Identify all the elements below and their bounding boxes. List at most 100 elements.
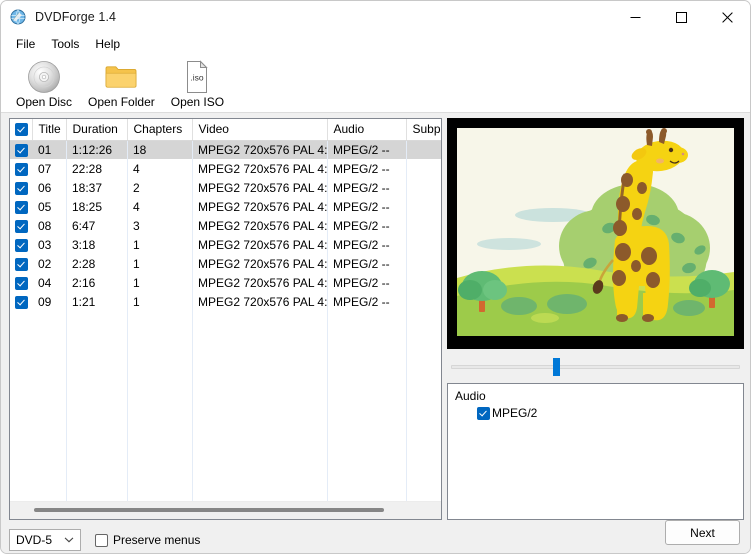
audio-track-item[interactable]: MPEG/2 (477, 406, 736, 420)
menu-tools[interactable]: Tools (43, 35, 87, 53)
cell-chapters: 1 (133, 294, 140, 309)
cell-subpicture (406, 178, 441, 197)
svg-text:.iso: .iso (191, 73, 205, 83)
header-audio[interactable]: Audio (327, 119, 407, 141)
row-checkbox[interactable] (15, 181, 28, 195)
main-content: Title Duration Chapters Video Audio Subp… (1, 113, 750, 553)
menu-file[interactable]: File (8, 35, 43, 53)
giraffe-illustration (457, 128, 734, 336)
cell-video: MPEG2 720x576 PAL 4:3 (198, 218, 327, 233)
cell-subpicture (406, 159, 441, 178)
table-row[interactable]: 04 2:16 1 MPEG2 720x576 PAL 4:3 MPEG/2 -… (10, 273, 441, 292)
select-all-checkbox[interactable] (15, 123, 28, 137)
cell-audio: MPEG/2 -- (333, 218, 390, 233)
cell-audio: MPEG/2 -- (327, 140, 406, 159)
row-checkbox[interactable] (15, 276, 28, 290)
row-checkbox[interactable] (15, 219, 28, 233)
header-select-all[interactable] (10, 119, 33, 141)
cell-audio: MPEG/2 -- (333, 180, 390, 195)
menu-help[interactable]: Help (87, 35, 128, 53)
open-disc-label: Open Disc (16, 95, 73, 109)
cell-video: MPEG2 720x576 PAL 4:3 (198, 256, 327, 271)
preview-position-slider[interactable] (447, 356, 744, 378)
table-scrollbar-thumb[interactable] (34, 508, 384, 512)
iso-file-icon-wrap: .iso (183, 60, 211, 94)
row-checkbox-cell[interactable] (10, 235, 32, 254)
video-preview-panel (447, 118, 744, 349)
cell-chapters: 2 (133, 180, 140, 195)
cell-subpicture (406, 235, 441, 254)
row-checkbox-cell[interactable] (10, 197, 32, 216)
row-checkbox-cell[interactable] (10, 254, 32, 273)
cell-title: 05 (38, 199, 52, 214)
slider-track[interactable] (451, 365, 740, 369)
cell-video: MPEG2 720x576 PAL 4:3 (198, 237, 327, 252)
cell-audio: MPEG/2 -- (333, 199, 390, 214)
next-button[interactable]: Next (665, 520, 740, 545)
cell-audio: MPEG/2 -- (333, 256, 390, 271)
disc-size-dropdown[interactable]: DVD-5 (9, 529, 81, 551)
open-folder-button[interactable]: Open Folder (80, 57, 163, 109)
close-icon (721, 11, 733, 23)
maximize-button[interactable] (658, 1, 704, 33)
cell-chapters: 4 (133, 161, 140, 176)
row-checkbox[interactable] (15, 143, 28, 157)
bottom-bar: DVD-5 Preserve menus (1, 525, 750, 553)
cell-subpicture (406, 197, 441, 216)
cell-duration: 1:21 (72, 294, 96, 309)
header-subpicture[interactable]: Subpi (406, 119, 441, 141)
row-checkbox-cell[interactable] (10, 216, 32, 235)
row-checkbox[interactable] (15, 200, 28, 214)
row-checkbox-cell[interactable] (10, 159, 32, 178)
header-video[interactable]: Video (192, 119, 328, 141)
header-title[interactable]: Title (32, 119, 67, 141)
cell-subpicture (406, 273, 441, 292)
slider-thumb[interactable] (553, 358, 560, 376)
header-chapters[interactable]: Chapters (127, 119, 193, 141)
cell-audio: MPEG/2 -- (333, 161, 390, 176)
cell-subpicture (406, 292, 441, 311)
row-checkbox-cell[interactable] (10, 140, 32, 159)
cell-chapters: 1 (133, 275, 140, 290)
window-title: DVDForge 1.4 (35, 10, 117, 24)
title-bar: DVDForge 1.4 (1, 1, 750, 33)
iso-file-icon: .iso (187, 60, 209, 93)
row-checkbox[interactable] (15, 162, 28, 176)
cell-video: MPEG2 720x576 PAL 4:3 (198, 294, 327, 309)
table-row[interactable]: 02 2:28 1 MPEG2 720x576 PAL 4:3 MPEG/2 -… (10, 254, 441, 273)
preserve-menus-checkbox[interactable] (95, 533, 108, 547)
audio-tracks-panel: Audio MPEG/2 (447, 383, 744, 520)
header-duration[interactable]: Duration (66, 119, 128, 141)
table-row[interactable]: 05 18:25 4 MPEG2 720x576 PAL 4:3 MPEG/2 … (10, 197, 441, 216)
cell-duration: 3:18 (72, 237, 96, 252)
row-checkbox-cell[interactable] (10, 178, 32, 197)
folder-icon (105, 66, 137, 88)
table-row[interactable]: 09 1:21 1 MPEG2 720x576 PAL 4:3 MPEG/2 -… (10, 292, 441, 311)
table-row[interactable]: 08 6:47 3 MPEG2 720x576 PAL 4:3 MPEG/2 -… (10, 216, 441, 235)
cell-title: 06 (38, 180, 52, 195)
audio-track-checkbox[interactable] (477, 406, 490, 420)
preserve-menus-label: Preserve menus (113, 533, 201, 547)
cell-chapters: 4 (133, 199, 140, 214)
preserve-menus-option[interactable]: Preserve menus (95, 533, 200, 547)
table-row[interactable]: 07 22:28 4 MPEG2 720x576 PAL 4:3 MPEG/2 … (10, 159, 441, 178)
table-row[interactable]: 03 3:18 1 MPEG2 720x576 PAL 4:3 MPEG/2 -… (10, 235, 441, 254)
table-row[interactable]: 06 18:37 2 MPEG2 720x576 PAL 4:3 MPEG/2 … (10, 178, 441, 197)
minimize-icon (630, 16, 640, 18)
row-checkbox-cell[interactable] (10, 273, 32, 292)
table-horizontal-scrollbar[interactable] (10, 501, 441, 519)
cell-video: MPEG2 720x576 PAL 4:3 (192, 140, 327, 159)
cell-audio: MPEG/2 -- (333, 294, 390, 309)
cell-duration: 18:25 (72, 199, 103, 214)
open-iso-button[interactable]: .iso Open ISO (163, 57, 232, 109)
table-row[interactable]: 01 1:12:26 18 MPEG2 720x576 PAL 4:3 MPEG… (10, 140, 441, 159)
open-disc-button[interactable]: Open Disc (8, 57, 80, 109)
menu-bar: File Tools Help (1, 33, 750, 55)
row-checkbox-cell[interactable] (10, 292, 32, 311)
globe-disc-icon (10, 9, 26, 25)
minimize-button[interactable] (612, 1, 658, 33)
row-checkbox[interactable] (15, 257, 28, 271)
close-button[interactable] (704, 1, 750, 33)
row-checkbox[interactable] (15, 238, 28, 252)
row-checkbox[interactable] (15, 295, 28, 309)
